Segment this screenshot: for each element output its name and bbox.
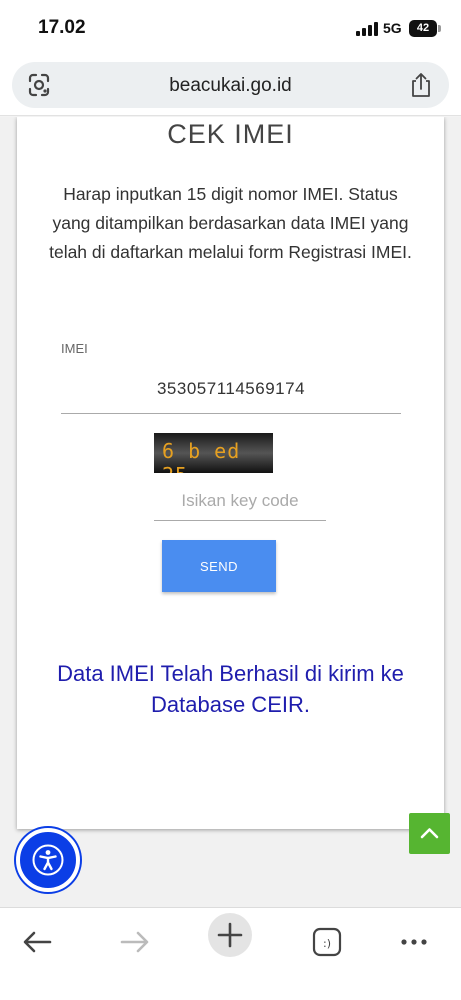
address-bar[interactable]: beacukai.go.id	[12, 62, 449, 108]
google-lens-icon[interactable]	[26, 72, 52, 98]
imei-label: IMEI	[61, 341, 88, 356]
more-icon[interactable]	[392, 920, 436, 964]
status-time: 17.02	[38, 17, 86, 38]
new-tab-icon	[217, 922, 243, 948]
new-tab-button[interactable]	[208, 913, 252, 957]
signal-icon	[356, 22, 378, 36]
send-button[interactable]: SEND	[162, 540, 276, 592]
imei-input[interactable]	[61, 364, 401, 414]
key-code-input[interactable]	[154, 481, 326, 521]
share-icon[interactable]	[409, 71, 433, 99]
back-icon[interactable]	[16, 920, 60, 964]
svg-text::): :)	[323, 937, 331, 950]
captcha-chars: 6 b ed 25	[162, 439, 241, 473]
accessibility-button[interactable]	[16, 828, 80, 892]
network-type: 5G	[383, 20, 402, 36]
web-page: CEK IMEI Harap inputkan 15 digit nomor I…	[0, 117, 461, 907]
forward-icon[interactable]	[112, 920, 156, 964]
url-text[interactable]: beacukai.go.id	[72, 75, 389, 97]
captcha-image: 6 b ed 25	[154, 433, 273, 473]
browser-toolbar: beacukai.go.id	[0, 58, 461, 116]
battery-icon: 42	[409, 20, 441, 37]
instruction-text: Harap inputkan 15 digit nomor IMEI. Stat…	[49, 184, 412, 262]
accessibility-icon	[32, 844, 64, 876]
captcha-text: 6 b ed 25	[162, 439, 273, 473]
chevron-up-icon	[420, 828, 439, 839]
browser-bottom-nav: :)	[0, 907, 461, 1000]
scroll-top-button[interactable]	[409, 813, 450, 854]
imei-check-card: CEK IMEI Harap inputkan 15 digit nomor I…	[17, 117, 444, 829]
tabs-icon[interactable]: :)	[305, 920, 349, 964]
result-message: Data IMEI Telah Berhasil di kirim ke Dat…	[57, 661, 404, 717]
page-title: CEK IMEI	[167, 119, 294, 149]
status-bar: 17.02 5G 42	[0, 0, 461, 58]
